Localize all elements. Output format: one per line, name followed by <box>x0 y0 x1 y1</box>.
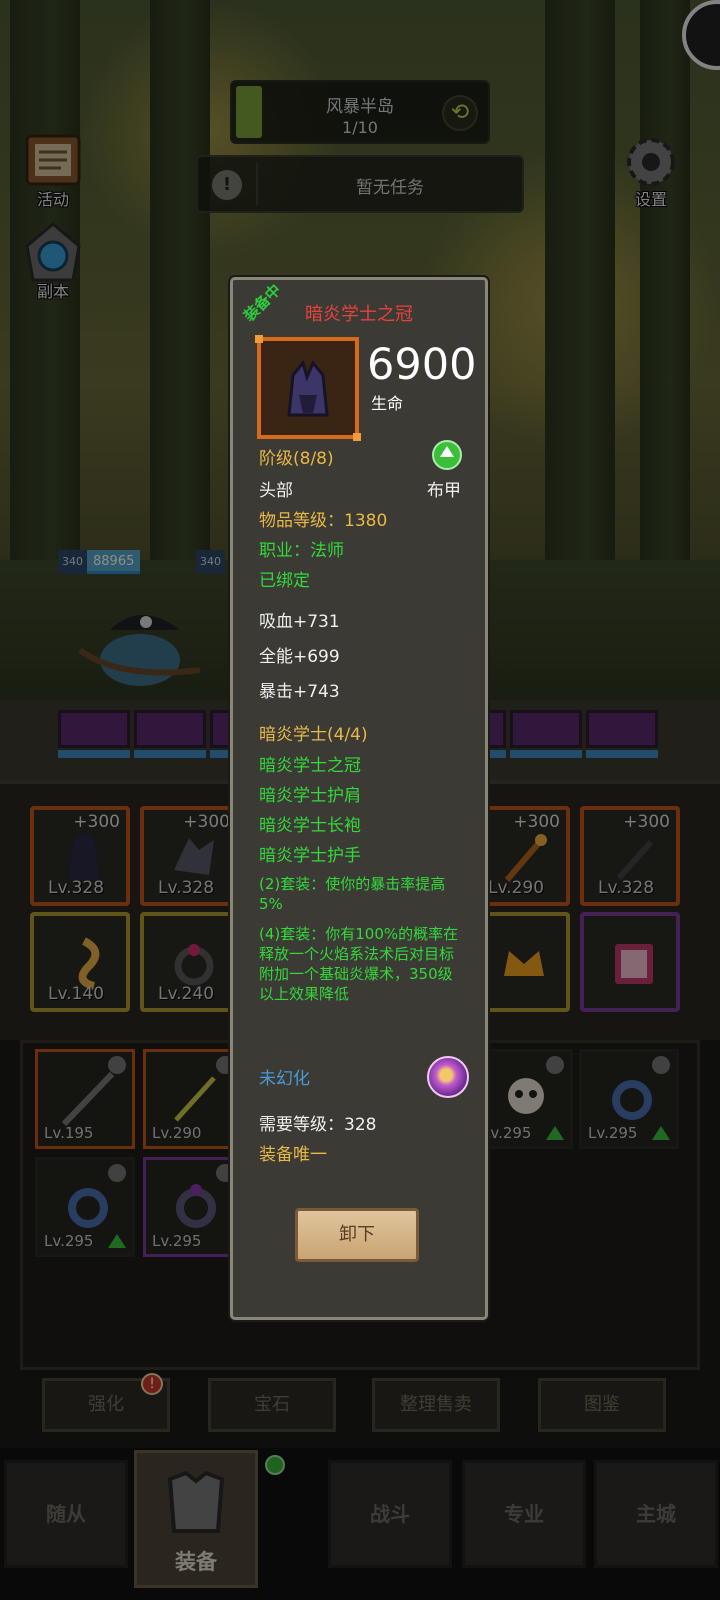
unequip-label: 卸下 <box>339 1224 375 1245</box>
item-tier: 阶级(8/8) <box>259 449 334 469</box>
item-level: 物品等级：1380 <box>259 511 388 531</box>
set-piece: 暗炎学士护肩 <box>259 786 361 806</box>
item-name: 暗炎学士之冠 <box>305 304 413 325</box>
set-piece: 暗炎学士之冠 <box>259 756 361 776</box>
required-level: 需要等级：328 <box>259 1115 377 1135</box>
unequip-button[interactable]: 卸下 <box>295 1208 419 1262</box>
main-stat-label: 生命 <box>371 394 404 413</box>
item-slot: 头部 <box>259 481 293 501</box>
class-requirement: 职业：法师 <box>259 541 344 561</box>
set-bonus-2: (2)套装：使你的暴击率提高5% <box>259 875 446 913</box>
hood-icon <box>287 359 329 417</box>
upgrade-arrow-icon[interactable] <box>432 440 462 470</box>
set-bonus-4: (4)套装：你有100%的概率在释放一个火焰系法术后对目标附加一个基础炎爆术，3… <box>259 925 459 1003</box>
transmog-orb-icon[interactable] <box>427 1056 469 1098</box>
set-piece: 暗炎学士护手 <box>259 846 361 866</box>
stat-line: 全能+699 <box>259 647 340 667</box>
stat-line: 吸血+731 <box>259 612 340 632</box>
bound-status: 已绑定 <box>259 571 310 591</box>
unique-equipped: 装备唯一 <box>259 1145 327 1165</box>
transmog-status: 未幻化 <box>259 1069 310 1089</box>
stat-line: 暴击+743 <box>259 682 340 702</box>
set-piece: 暗炎学士长袍 <box>259 816 361 836</box>
item-tooltip-panel: 装备中 暗炎学士之冠 6900 生命 阶级(8/8) 头部 布甲 物品等级：13… <box>230 277 488 1320</box>
set-name: 暗炎学士(4/4) <box>259 725 368 745</box>
item-icon-frame <box>255 335 361 441</box>
main-stat-value: 6900 <box>367 340 477 390</box>
armor-type: 布甲 <box>427 481 461 501</box>
